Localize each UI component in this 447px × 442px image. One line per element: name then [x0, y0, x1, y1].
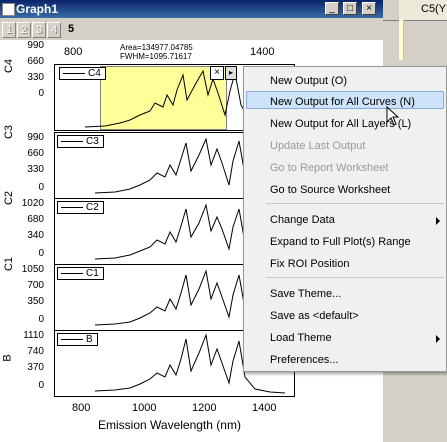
menu-item-go-to-report[interactable]: Go to Report Worksheet — [270, 162, 388, 174]
y-tick-label: 0 — [38, 380, 44, 391]
y-tick-label: 0 — [38, 88, 44, 99]
y-axis-name: C4 — [3, 58, 16, 74]
menu-separator — [266, 277, 444, 278]
x-axis-title: Emission Wavelength (nm) — [98, 418, 241, 432]
layer-tab-4[interactable]: 4 — [47, 22, 61, 38]
roi-area-label: Area=134977.04785 — [120, 43, 193, 52]
menu-item-preferences[interactable]: Preferences... — [270, 354, 338, 366]
legend-c3[interactable]: C3 — [57, 135, 104, 148]
selected-cells — [399, 20, 404, 60]
window-title: Graph1 — [16, 2, 59, 16]
y-tick-label: 330 — [27, 164, 44, 175]
roi-menu-arrow-icon[interactable]: ▸ — [225, 66, 237, 80]
y-tick-label: 660 — [27, 148, 44, 159]
y-tick-label: 990 — [27, 40, 44, 51]
menu-item-new-output[interactable]: New Output (O) — [270, 75, 347, 87]
legend-c4[interactable]: C4 — [59, 67, 106, 80]
column-label: C5(Y — [421, 3, 447, 15]
submenu-arrow-icon — [436, 335, 440, 343]
y-axis-name: B — [1, 354, 14, 362]
y-axis-name: C1 — [3, 256, 16, 272]
menu-item-save-as-default[interactable]: Save as <default> — [270, 310, 359, 322]
menu-separator — [266, 203, 444, 204]
x-tick-label: 800 — [72, 402, 91, 414]
roi-fwhm-label: FWHM=1095.71617 — [120, 52, 192, 61]
roi-close-icon[interactable]: × — [210, 66, 224, 80]
y-tick-label: 340 — [27, 230, 44, 241]
layer-tab-2[interactable]: 2 — [17, 22, 31, 38]
y-axis-name: C3 — [3, 124, 16, 140]
legend-b[interactable]: B — [57, 333, 98, 346]
x-tick-label: 1400 — [252, 402, 277, 414]
legend-c1[interactable]: C1 — [57, 267, 104, 280]
layer-tab-3[interactable]: 3 — [32, 22, 46, 38]
menu-item-fix-roi-position[interactable]: Fix ROI Position — [270, 258, 349, 270]
submenu-arrow-icon — [436, 217, 440, 225]
column-header[interactable]: C5(Y — [399, 0, 447, 21]
roi-context-menu: New Output (O) New Output for All Curves… — [243, 66, 447, 372]
worksheet-corner — [383, 0, 400, 21]
layer-tab-1[interactable]: 1 — [2, 22, 16, 38]
maximize-button[interactable]: □ — [343, 2, 357, 15]
mouse-pointer-icon — [386, 106, 400, 126]
menu-item-load-theme[interactable]: Load Theme — [270, 332, 332, 344]
menu-item-save-theme[interactable]: Save Theme... — [270, 288, 341, 300]
minimize-button[interactable]: _ — [325, 2, 339, 15]
y-tick-label: 370 — [27, 362, 44, 373]
y-tick-label: 700 — [27, 280, 44, 291]
y-tick-label: 680 — [27, 214, 44, 225]
window-title-bar[interactable]: Graph1 _ □ × — [0, 0, 383, 18]
legend-c2[interactable]: C2 — [57, 201, 104, 214]
top-tick-label: 800 — [64, 46, 83, 58]
y-tick-label: 1110 — [23, 330, 44, 341]
graph-window-icon — [2, 3, 15, 16]
y-axis-name: C2 — [3, 190, 16, 206]
menu-item-update-last-output[interactable]: Update Last Output — [270, 140, 365, 152]
menu-item-change-data[interactable]: Change Data — [270, 214, 335, 226]
y-tick-label: 330 — [27, 72, 44, 83]
y-tick-label: 350 — [27, 296, 44, 307]
layer-tab-5[interactable]: 5 — [64, 22, 78, 38]
y-tick-label: 0 — [38, 314, 44, 325]
x-tick-label: 1200 — [192, 402, 217, 414]
menu-item-expand-full-range[interactable]: Expand to Full Plot(s) Range — [270, 236, 411, 248]
close-button[interactable]: × — [362, 2, 376, 15]
menu-item-go-to-source[interactable]: Go to Source Worksheet — [270, 184, 390, 196]
top-tick-label: 1400 — [250, 46, 275, 58]
x-tick-label: 1000 — [132, 402, 157, 414]
